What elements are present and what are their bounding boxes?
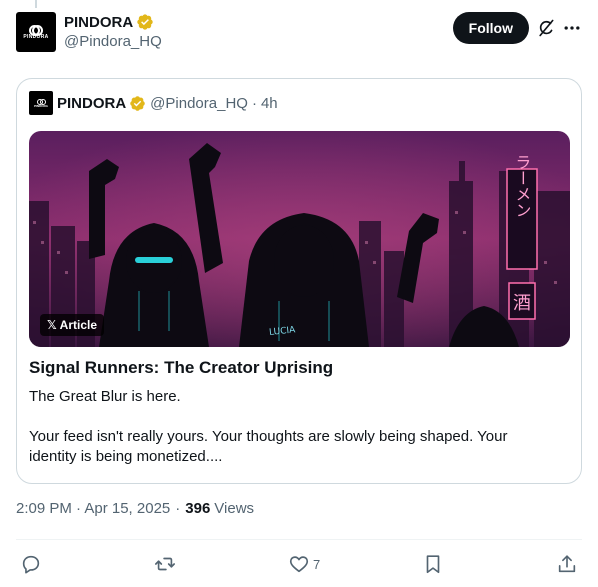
quoted-separator: ·: [251, 94, 257, 112]
post-timestamp[interactable]: 2:09 PM · Apr 15, 2025: [16, 500, 170, 517]
thread-connector: [35, 0, 37, 8]
cover-illustration: ラーメン 酒 LUCIA: [29, 131, 570, 347]
article-badge-label: Article: [59, 318, 98, 332]
article-paragraph: The Great Blur is here.: [29, 388, 181, 405]
quoted-avatar[interactable]: PINDORA: [29, 91, 53, 115]
avatar[interactable]: PINDORA: [16, 12, 56, 52]
author-name[interactable]: PINDORA: [64, 14, 133, 31]
action-bar: 7: [0, 551, 598, 577]
pindora-logo-icon: [29, 24, 43, 36]
repost-icon: [155, 557, 175, 571]
reply-button[interactable]: [20, 551, 42, 577]
author-handle[interactable]: @Pindora_HQ: [64, 33, 162, 50]
neon-sign-text-2: 酒: [513, 293, 531, 314]
author-block: PINDORA @Pindora_HQ: [64, 12, 162, 51]
article-excerpt[interactable]: The Great Blur is here. Your feed isn't …: [29, 387, 559, 467]
verified-badge-icon[interactable]: [129, 95, 146, 112]
verified-badge-icon[interactable]: [136, 13, 154, 31]
x-logo-icon: 𝕏: [47, 318, 57, 332]
article-badge: 𝕏 Article: [40, 314, 105, 336]
follow-button[interactable]: Follow: [452, 12, 529, 44]
post-meta: 2:09 PM · Apr 15, 2025 · 396 Views: [16, 500, 254, 517]
article-paragraph: Your feed isn't really yours. Your thoug…: [29, 428, 508, 465]
article-title[interactable]: Signal Runners: The Creator Uprising: [29, 358, 333, 378]
quoted-author-name[interactable]: PINDORA: [57, 95, 126, 112]
neon-sign-text: ラーメン: [513, 154, 532, 218]
bookmark-icon: [426, 555, 440, 574]
like-count: 7: [313, 556, 321, 572]
divider: [16, 539, 582, 540]
share-button[interactable]: [556, 551, 578, 577]
meta-separator: ·: [175, 500, 181, 517]
like-button[interactable]: 7: [288, 551, 320, 577]
quoted-timestamp[interactable]: 4h: [261, 95, 278, 112]
like-icon: [289, 556, 309, 573]
post-header: PINDORA PINDORA @Pindora_HQ Follow: [16, 12, 582, 56]
grok-icon[interactable]: [536, 18, 556, 38]
share-icon: [558, 555, 576, 573]
views-label: Views: [214, 500, 255, 517]
bookmark-button[interactable]: [422, 551, 444, 577]
reply-icon: [22, 555, 40, 574]
article-cover-image[interactable]: ラーメン 酒 LUCIA 𝕏 Article: [29, 131, 570, 347]
repost-button[interactable]: [154, 551, 176, 577]
quoted-post-header: PINDORA PINDORA @Pindora_HQ · 4h: [29, 91, 278, 115]
quoted-author-handle[interactable]: @Pindora_HQ: [150, 95, 248, 112]
pindora-logo-icon: [36, 98, 46, 105]
more-icon[interactable]: [562, 18, 582, 38]
quoted-post-card[interactable]: PINDORA PINDORA @Pindora_HQ · 4h ラーメン 酒 …: [16, 78, 582, 484]
views-count: 396: [185, 500, 211, 517]
